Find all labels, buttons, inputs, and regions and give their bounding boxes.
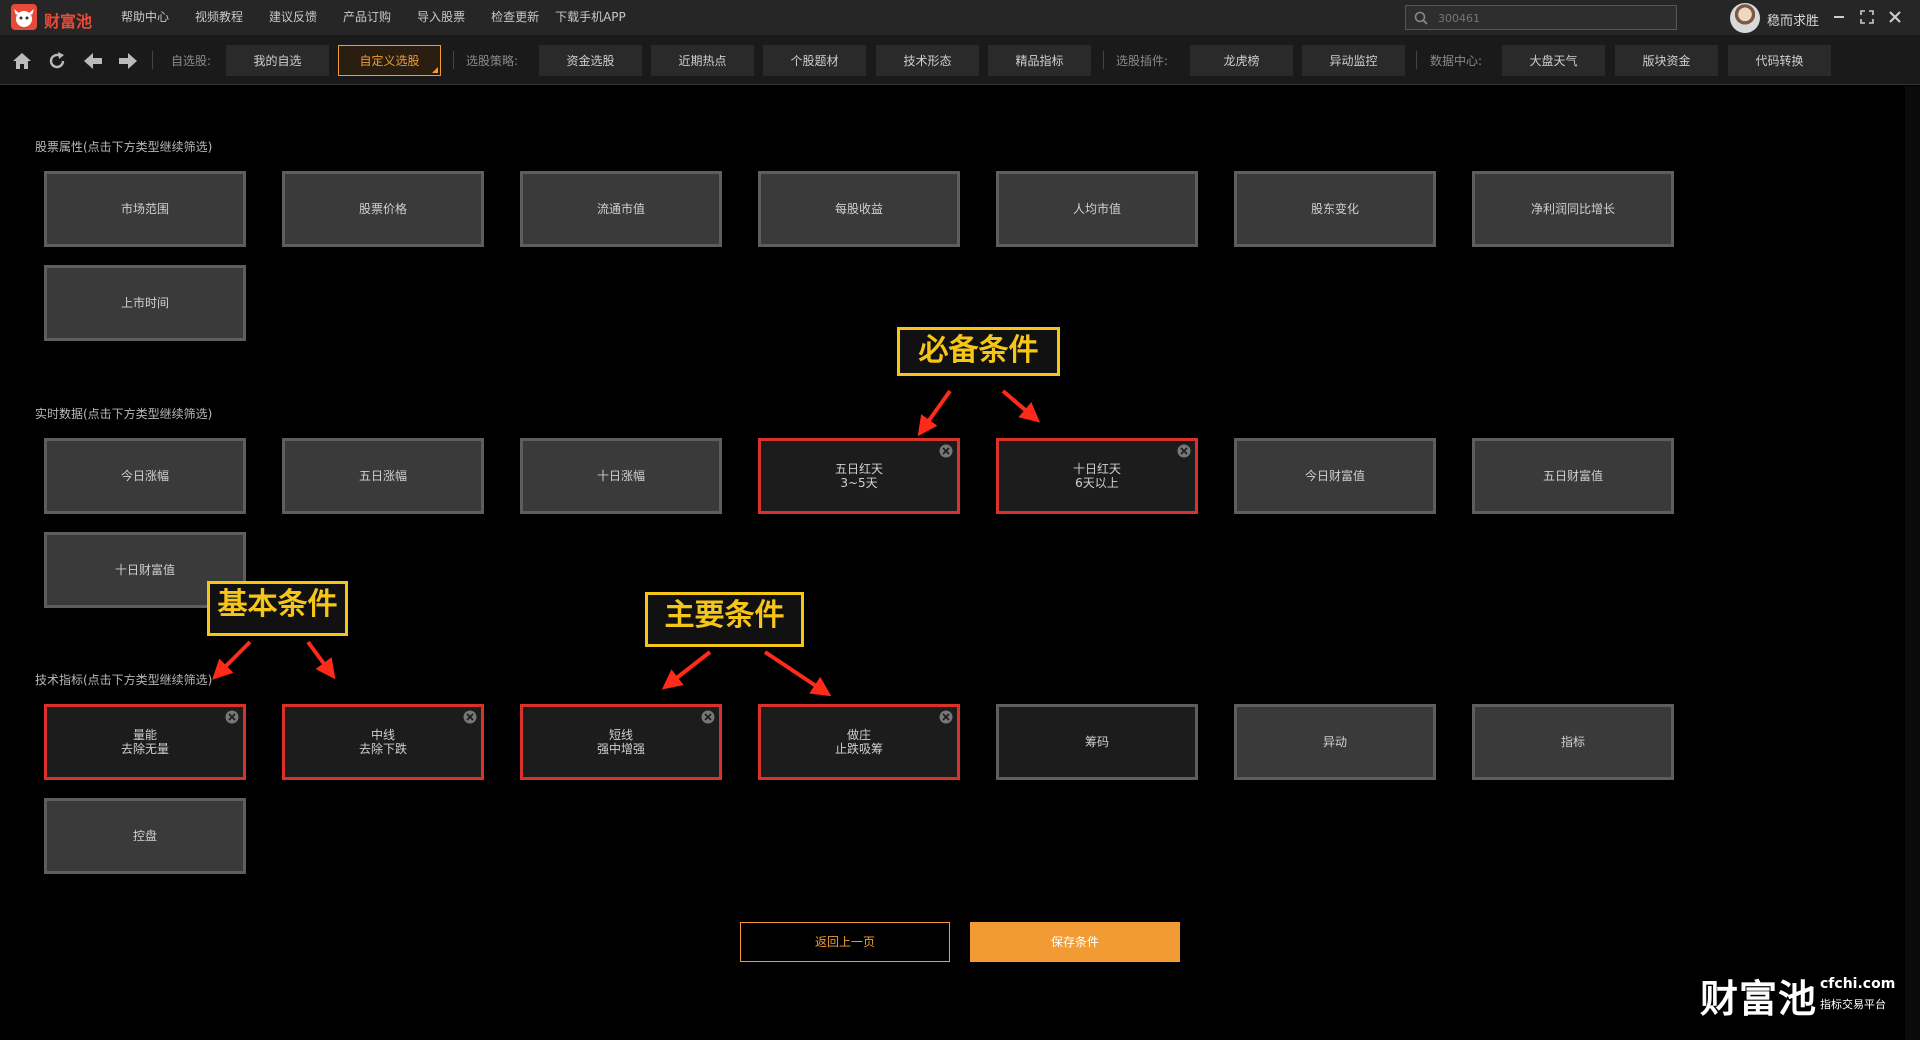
minimize-icon[interactable] xyxy=(1830,8,1848,26)
annotation-basic-conditions: 基本条件 xyxy=(207,581,348,636)
watermark-url: cfchi.com xyxy=(1820,976,1896,992)
username[interactable]: 稳而求胜 xyxy=(1767,10,1819,29)
condition-listing-time[interactable]: 上市时间 xyxy=(44,265,246,341)
condition-indicator[interactable]: 指标 xyxy=(1472,704,1674,780)
remove-condition-icon[interactable] xyxy=(939,710,953,724)
maximize-icon[interactable] xyxy=(1858,8,1876,26)
section-title-stock-attributes: 股票属性(点击下方类型继续筛选) xyxy=(35,140,213,154)
menu-update[interactable]: 检查更新 xyxy=(491,0,539,35)
condition-today-gain[interactable]: 今日涨幅 xyxy=(44,438,246,514)
tab-my-watchlist[interactable]: 我的自选 xyxy=(226,45,329,76)
data-center-label: 数据中心: xyxy=(1430,54,1483,68)
condition-chips[interactable]: 筹码 xyxy=(996,704,1198,780)
section-title-technical-indicators: 技术指标(点击下方类型继续筛选) xyxy=(35,673,213,687)
menu-mobile[interactable]: 下载手机APP xyxy=(555,0,626,35)
condition-control[interactable]: 控盘 xyxy=(44,798,246,874)
plugin-label: 选股插件: xyxy=(1116,54,1169,68)
menu-feedback[interactable]: 建议反馈 xyxy=(269,0,317,35)
search-icon xyxy=(1414,11,1428,25)
toolbar-divider xyxy=(1103,51,1104,69)
tab-capital-selection[interactable]: 资金选股 xyxy=(539,45,642,76)
watermark-brand: 财富池 xyxy=(1700,977,1818,1021)
back-button[interactable]: 返回上一页 xyxy=(740,922,950,962)
section-title-realtime-data: 实时数据(点击下方类型继续筛选) xyxy=(35,407,213,421)
tab-stock-themes[interactable]: 个股题材 xyxy=(763,45,866,76)
toolbar-divider xyxy=(152,51,153,69)
remove-condition-icon[interactable] xyxy=(225,710,239,724)
top-menu: 帮助中心 视频教程 建议反馈 产品订购 导入股票 检查更新 下载手机APP xyxy=(121,0,652,35)
tab-recent-hotspots[interactable]: 近期热点 xyxy=(651,45,754,76)
condition-today-wealth-value[interactable]: 今日财富值 xyxy=(1234,438,1436,514)
refresh-icon[interactable] xyxy=(46,50,68,72)
app-title: 财富池 xyxy=(44,12,93,31)
remove-condition-icon[interactable] xyxy=(1177,444,1191,458)
tab-custom-selection[interactable]: 自定义选股 xyxy=(338,45,441,76)
condition-avg-holding-value[interactable]: 人均市值 xyxy=(996,171,1198,247)
annotation-required-conditions: 必备条件 xyxy=(897,327,1060,376)
condition-market-maker[interactable]: 做庄 止跌吸筹 xyxy=(758,704,960,780)
condition-five-day-wealth-value[interactable]: 五日财富值 xyxy=(1472,438,1674,514)
app-logo-icon xyxy=(11,4,37,30)
home-icon[interactable] xyxy=(11,50,33,72)
remove-condition-icon[interactable] xyxy=(939,444,953,458)
vertical-scrollbar[interactable] xyxy=(1905,86,1920,1040)
annotation-arrows xyxy=(212,389,1041,697)
strategy-label: 选股策略: xyxy=(466,54,519,68)
tab-technical-patterns[interactable]: 技术形态 xyxy=(876,45,979,76)
save-button[interactable]: 保存条件 xyxy=(970,922,1180,962)
condition-five-day-gain[interactable]: 五日涨幅 xyxy=(282,438,484,514)
condition-short-term[interactable]: 短线 强中增强 xyxy=(520,704,722,780)
menu-import[interactable]: 导入股票 xyxy=(417,0,465,35)
condition-market-range[interactable]: 市场范围 xyxy=(44,171,246,247)
back-arrow-icon[interactable] xyxy=(82,50,104,72)
menu-order[interactable]: 产品订购 xyxy=(343,0,391,35)
condition-mid-term[interactable]: 中线 去除下跌 xyxy=(282,704,484,780)
search-box[interactable] xyxy=(1405,5,1677,30)
tab-anomaly-monitor[interactable]: 异动监控 xyxy=(1302,45,1405,76)
condition-volume[interactable]: 量能 去除无量 xyxy=(44,704,246,780)
watermark-tagline: 指标交易平台 xyxy=(1820,998,1886,1011)
menu-video[interactable]: 视频教程 xyxy=(195,0,243,35)
remove-condition-icon[interactable] xyxy=(701,710,715,724)
condition-net-profit-growth[interactable]: 净利润同比增长 xyxy=(1472,171,1674,247)
tab-sector-capital[interactable]: 版块资金 xyxy=(1615,45,1718,76)
condition-float-market-cap[interactable]: 流通市值 xyxy=(520,171,722,247)
forward-arrow-icon[interactable] xyxy=(117,50,139,72)
annotation-main-conditions: 主要条件 xyxy=(645,592,804,647)
tab-premium-indicators[interactable]: 精品指标 xyxy=(988,45,1091,76)
condition-stock-price[interactable]: 股票价格 xyxy=(282,171,484,247)
toolbar: 自选股: 我的自选 自定义选股 选股策略: 资金选股 近期热点 个股题材 技术形… xyxy=(0,35,1920,85)
title-bar: 财富池 帮助中心 视频教程 建议反馈 产品订购 导入股票 检查更新 下载手机AP… xyxy=(0,0,1920,35)
tab-code-conversion[interactable]: 代码转换 xyxy=(1728,45,1831,76)
condition-shareholder-change[interactable]: 股东变化 xyxy=(1234,171,1436,247)
avatar[interactable] xyxy=(1730,3,1760,33)
tab-dragon-tiger-list[interactable]: 龙虎榜 xyxy=(1190,45,1293,76)
menu-help[interactable]: 帮助中心 xyxy=(121,0,169,35)
remove-condition-icon[interactable] xyxy=(463,710,477,724)
toolbar-divider xyxy=(453,51,454,69)
condition-ten-day-red-days[interactable]: 十日红天 6天以上 xyxy=(996,438,1198,514)
condition-ten-day-gain[interactable]: 十日涨幅 xyxy=(520,438,722,514)
tab-market-weather[interactable]: 大盘天气 xyxy=(1502,45,1605,76)
toolbar-divider xyxy=(1416,51,1417,69)
condition-five-day-red-days[interactable]: 五日红天 3~5天 xyxy=(758,438,960,514)
condition-anomaly[interactable]: 异动 xyxy=(1234,704,1436,780)
search-input[interactable] xyxy=(1438,9,1668,27)
close-icon[interactable] xyxy=(1886,8,1904,26)
self-stock-label: 自选股: xyxy=(171,54,212,68)
condition-eps[interactable]: 每股收益 xyxy=(758,171,960,247)
